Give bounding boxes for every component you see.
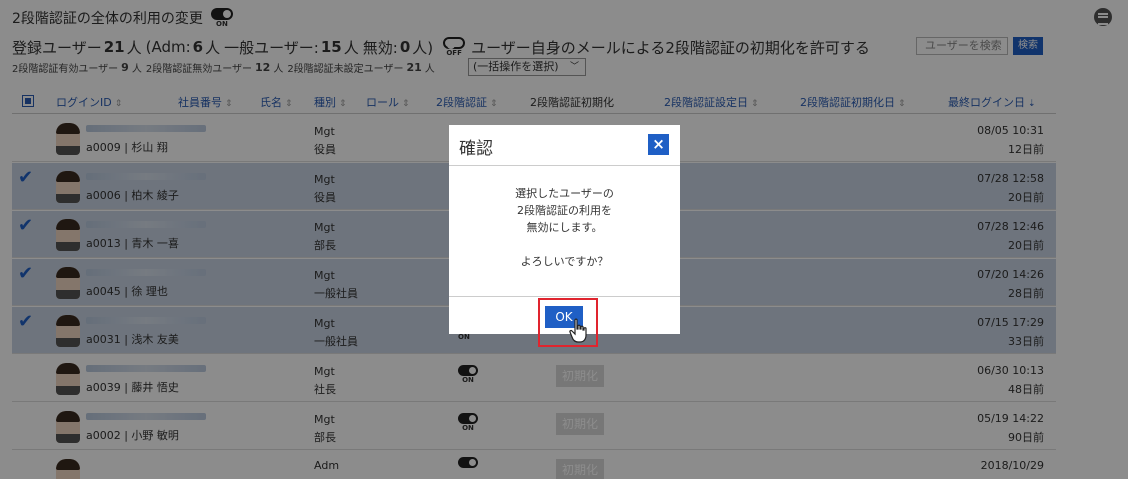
divider bbox=[449, 296, 680, 297]
close-icon[interactable]: × bbox=[648, 134, 669, 155]
dialog-message: 選択したユーザーの 2段階認証の利用を 無効にします。 よろしいですか？ bbox=[515, 187, 614, 268]
dialog-title: 確認 bbox=[459, 139, 493, 159]
hand-cursor-icon bbox=[569, 318, 587, 343]
two-factor-settings-page: 2段階認証の全体の利用の変更 ON 登録ユーザー 21 人 (Adm: 6 人 … bbox=[0, 0, 1128, 479]
divider bbox=[449, 165, 680, 166]
